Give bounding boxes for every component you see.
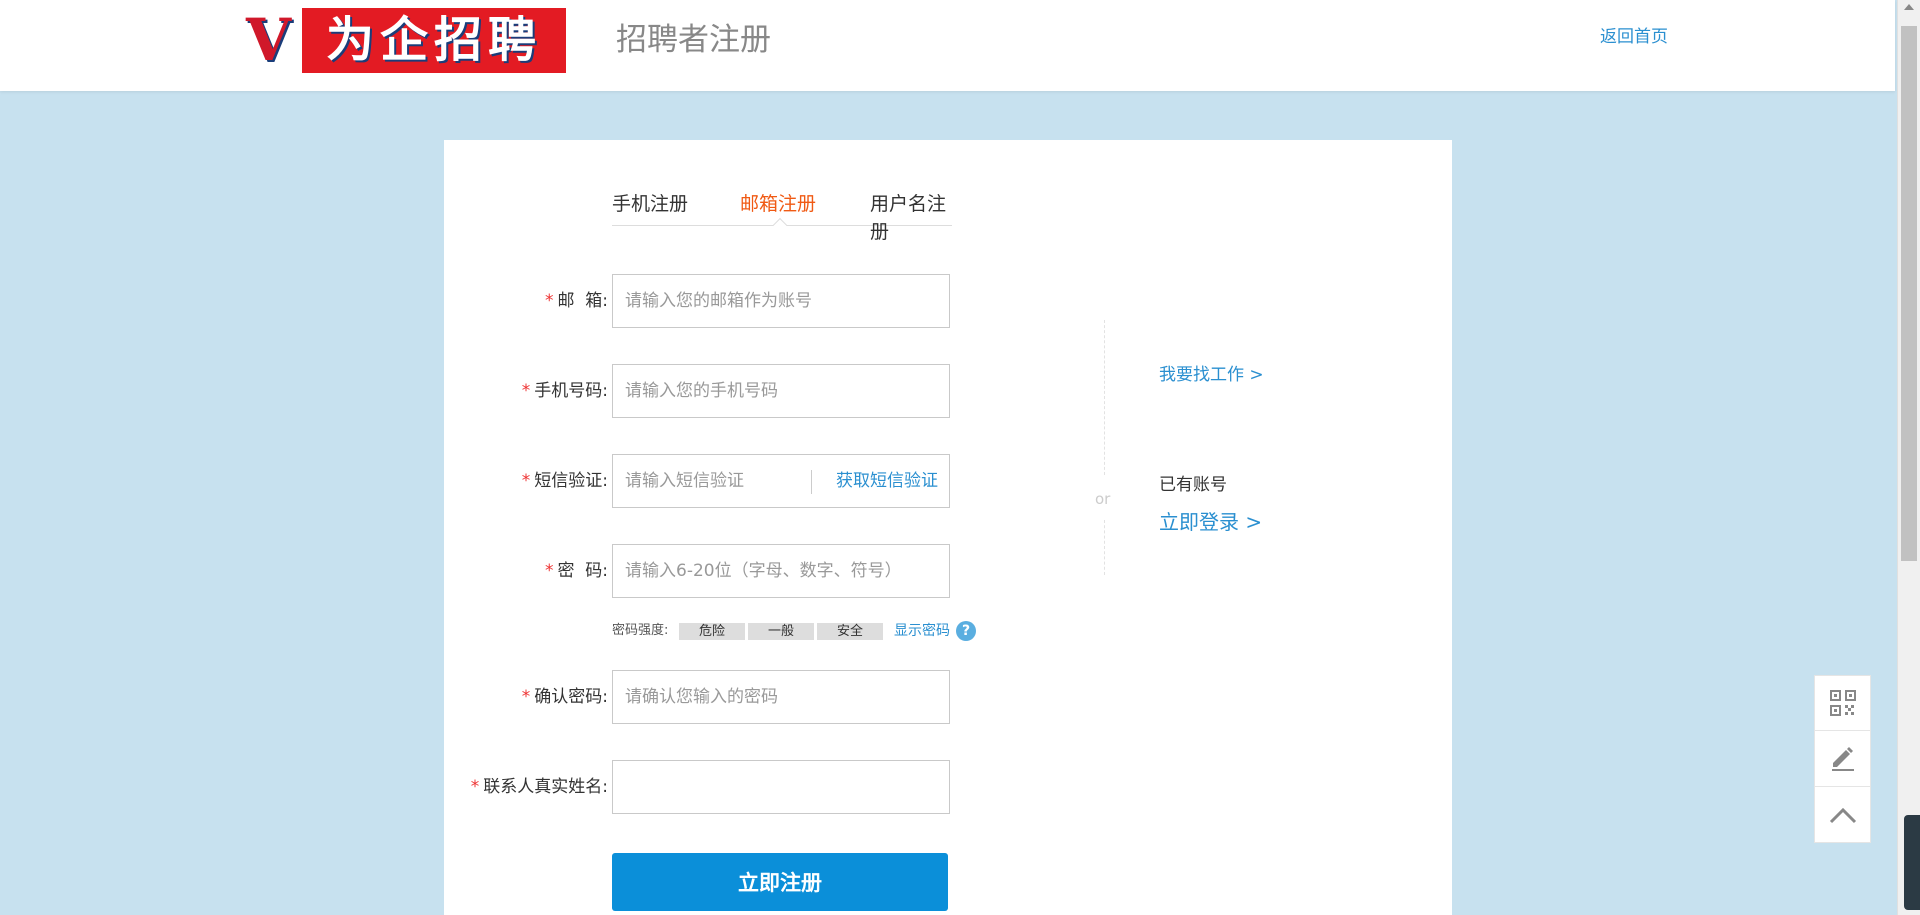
contact-name-row: * 联系人真实姓名: [444, 760, 1004, 814]
email-label-text: 邮 箱: [557, 291, 608, 311]
password-row: * 密 码: [444, 544, 1004, 598]
divider-line-bottom [1104, 520, 1105, 575]
confirm-row: * 确认密码: [444, 670, 1004, 724]
required-mark: * [521, 381, 531, 401]
page-scrollbar[interactable] [1897, 0, 1920, 915]
strength-level-medium: 一般 [748, 623, 814, 640]
confirm-label: * 确认密码: [522, 670, 608, 724]
strength-label: 密码强度: [612, 623, 669, 638]
or-separator: or [1095, 490, 1111, 508]
phone-input[interactable] [612, 364, 950, 418]
divider-line-top [1104, 320, 1105, 475]
show-password-link[interactable]: 显示密码 [894, 621, 950, 641]
tab-phone-register[interactable]: 手机注册 [612, 190, 688, 218]
strength-level-weak: 危险 [679, 623, 745, 640]
qr-code-icon [1829, 690, 1856, 716]
scroll-up-icon[interactable] [1904, 4, 1914, 10]
register-card: 手机注册 邮箱注册 用户名注册 *邮 箱: *手机号码: *短信验证: 获取短信… [444, 140, 1452, 915]
help-icon[interactable]: ? [956, 621, 976, 641]
active-tab-caret [772, 217, 788, 233]
tab-username-register[interactable]: 用户名注册 [870, 190, 952, 246]
contact-name-input[interactable] [612, 760, 950, 814]
tab-email-register[interactable]: 邮箱注册 [740, 190, 816, 218]
password-label-text: 密 码: [557, 561, 608, 581]
register-submit-button[interactable]: 立即注册 [612, 853, 948, 911]
register-tabs: 手机注册 邮箱注册 用户名注册 [612, 190, 952, 243]
feedback-button[interactable] [1814, 731, 1871, 787]
edit-icon [1831, 746, 1854, 771]
confirm-label-text: 确认密码: [534, 687, 608, 707]
login-now-link[interactable]: 立即登录 > [1159, 506, 1262, 535]
logo-letter: V [246, 6, 292, 74]
required-mark: * [521, 471, 531, 491]
sms-label: * 短信验证: [522, 454, 608, 508]
get-sms-code-button[interactable]: 获取短信验证 [836, 454, 938, 508]
phone-row: * 手机号码: [444, 364, 1004, 418]
phone-label-text: 手机号码: [534, 381, 608, 401]
required-mark: * [544, 561, 554, 581]
password-label: * 密 码: [545, 544, 608, 598]
have-account-text: 已有账号 [1159, 475, 1227, 495]
contact-name-label-text: 联系人真实姓名: [483, 777, 608, 797]
site-header: V 为企招聘 招聘者注册 返回首页 [0, 0, 1895, 91]
sms-separator [811, 470, 812, 494]
strength-level-strong: 安全 [817, 623, 883, 640]
required-mark: * [470, 777, 480, 797]
email-input[interactable] [612, 274, 950, 328]
sms-row: *短信验证: 获取短信验证 [444, 454, 1004, 508]
logo[interactable]: 为企招聘 [302, 8, 566, 73]
side-widget[interactable] [1904, 815, 1920, 910]
floating-toolbar [1814, 675, 1871, 843]
home-link[interactable]: 返回首页 [1600, 22, 1668, 47]
required-mark: * [544, 291, 554, 311]
confirm-password-input[interactable] [612, 670, 950, 724]
page-title: 招聘者注册 [616, 22, 771, 58]
contact-name-label: * 联系人真实姓名: [471, 760, 608, 814]
phone-label: * 手机号码: [522, 364, 608, 418]
password-input[interactable] [612, 544, 950, 598]
required-mark: * [521, 687, 531, 707]
qr-code-button[interactable] [1814, 675, 1871, 731]
email-label: * 邮 箱: [545, 274, 608, 328]
back-to-top-button[interactable] [1814, 787, 1871, 843]
sms-label-text: 短信验证: [534, 471, 608, 491]
email-row: * 邮 箱: [444, 274, 1004, 328]
back-to-top-icon [1829, 807, 1856, 823]
scroll-thumb[interactable] [1901, 26, 1917, 561]
find-job-link[interactable]: 我要找工作 > [1159, 360, 1264, 385]
